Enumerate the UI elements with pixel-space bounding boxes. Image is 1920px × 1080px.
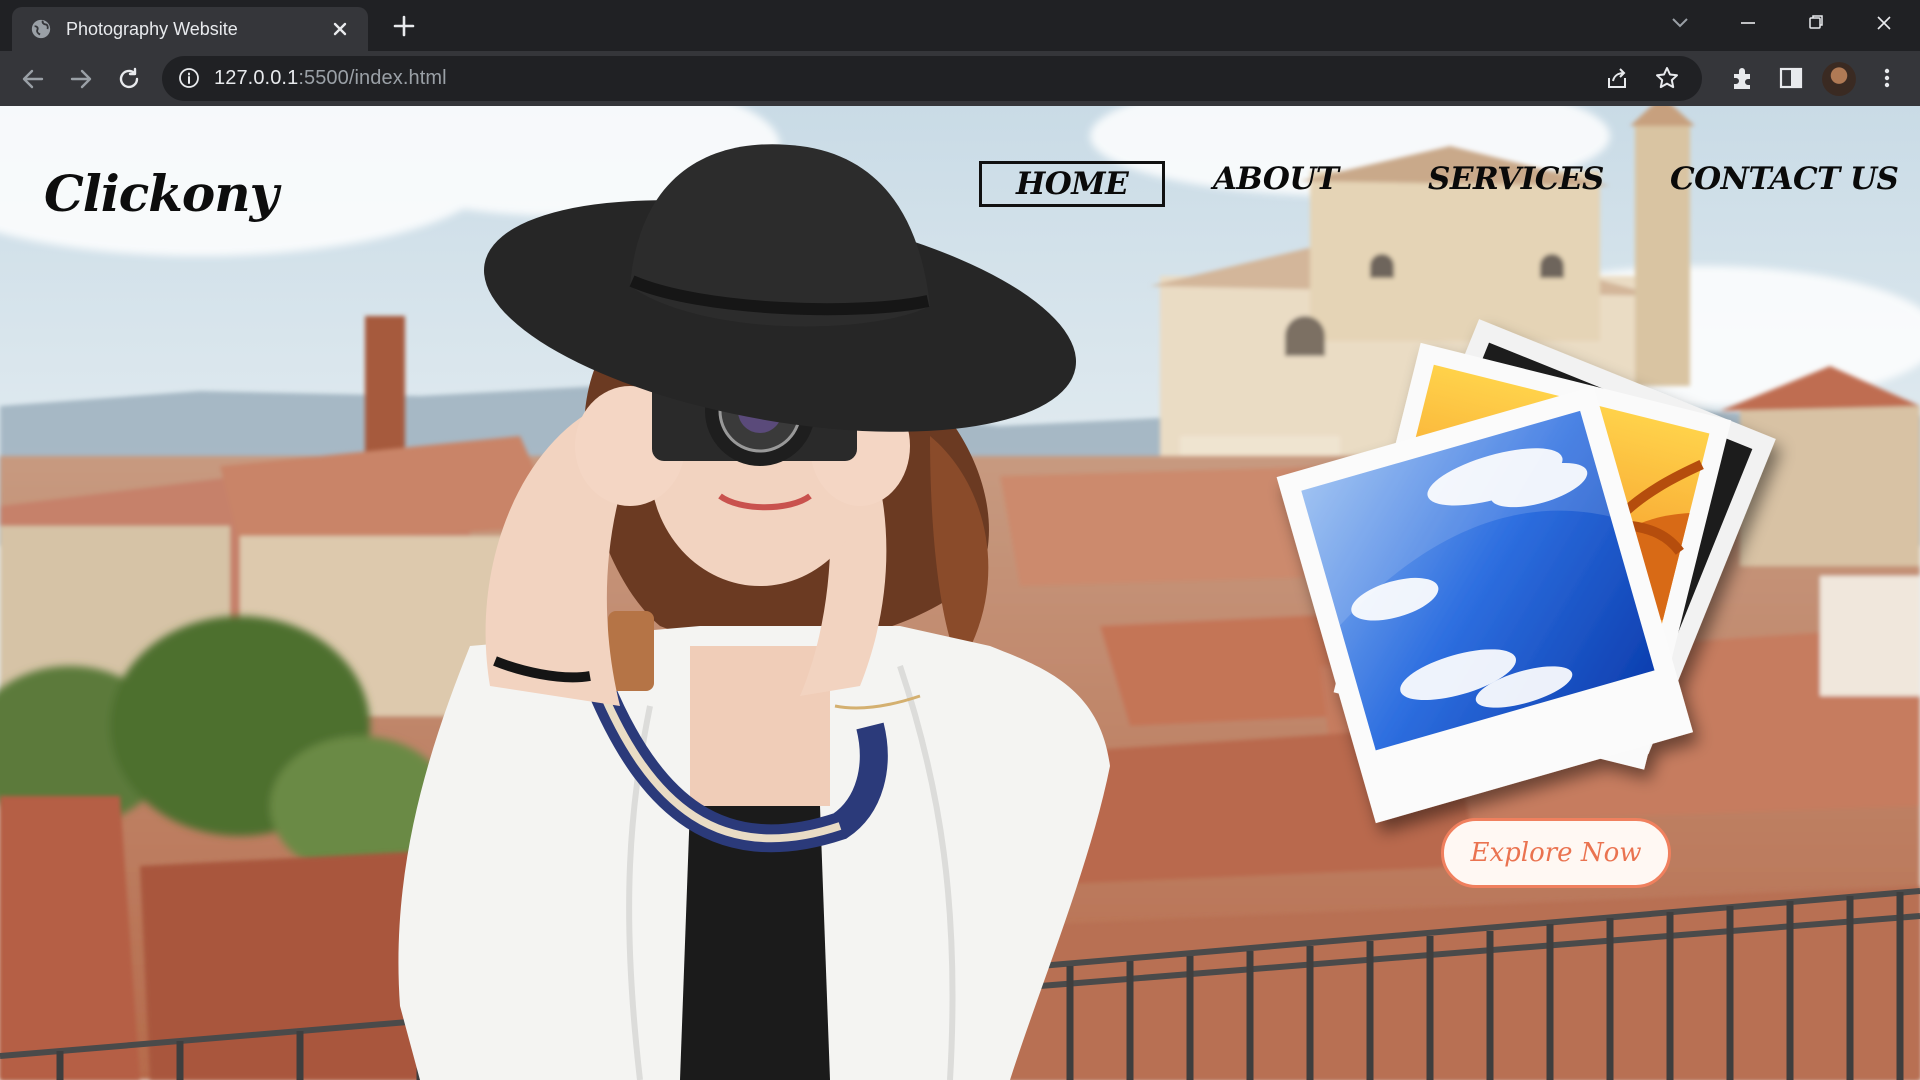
back-icon[interactable] [16,62,50,96]
bookmark-star-icon[interactable] [1654,65,1680,91]
globe-icon [31,19,51,39]
close-tab-icon[interactable] [326,15,354,43]
forward-icon[interactable] [64,62,98,96]
minimize-icon[interactable] [1728,8,1768,38]
hero-background-photo [0,106,1920,1080]
url-path: :5500/index.html [298,67,447,89]
address-bar[interactable]: 127.0.0.1:5500/index.html [162,56,1702,101]
browser-toolbar: 127.0.0.1:5500/index.html [0,51,1920,106]
share-icon[interactable] [1604,66,1630,92]
nav-services[interactable]: SERVICES [1428,161,1604,197]
browser-tabstrip: Photography Website [0,0,1920,51]
url-host: 127.0.0.1 [214,67,299,89]
site-info-icon[interactable] [178,67,200,89]
explore-now-button[interactable]: Explore Now [1441,818,1671,888]
nav-about[interactable]: ABOUT [1213,161,1339,197]
menu-kebab-icon[interactable] [1872,63,1902,93]
browser-tab[interactable]: Photography Website [12,7,368,51]
url-text: 127.0.0.1:5500/index.html [214,67,447,90]
extensions-icon[interactable] [1728,63,1758,93]
nav-contact-us[interactable]: CONTACT US [1670,161,1899,197]
restore-icon[interactable] [1796,8,1836,38]
profile-avatar[interactable] [1822,62,1856,96]
side-panel-icon[interactable] [1776,63,1806,93]
tab-search-icon[interactable] [1660,8,1700,38]
new-tab-icon[interactable] [388,10,420,42]
close-window-icon[interactable] [1864,8,1904,38]
nav-home[interactable]: HOME [979,161,1166,207]
site-logo[interactable]: Clickony [44,164,279,223]
reload-icon[interactable] [112,62,146,96]
page-viewport: Clickony HOME ABOUT SERVICES CONTACT US … [0,106,1920,1080]
tab-title: Photography Website [66,19,238,39]
